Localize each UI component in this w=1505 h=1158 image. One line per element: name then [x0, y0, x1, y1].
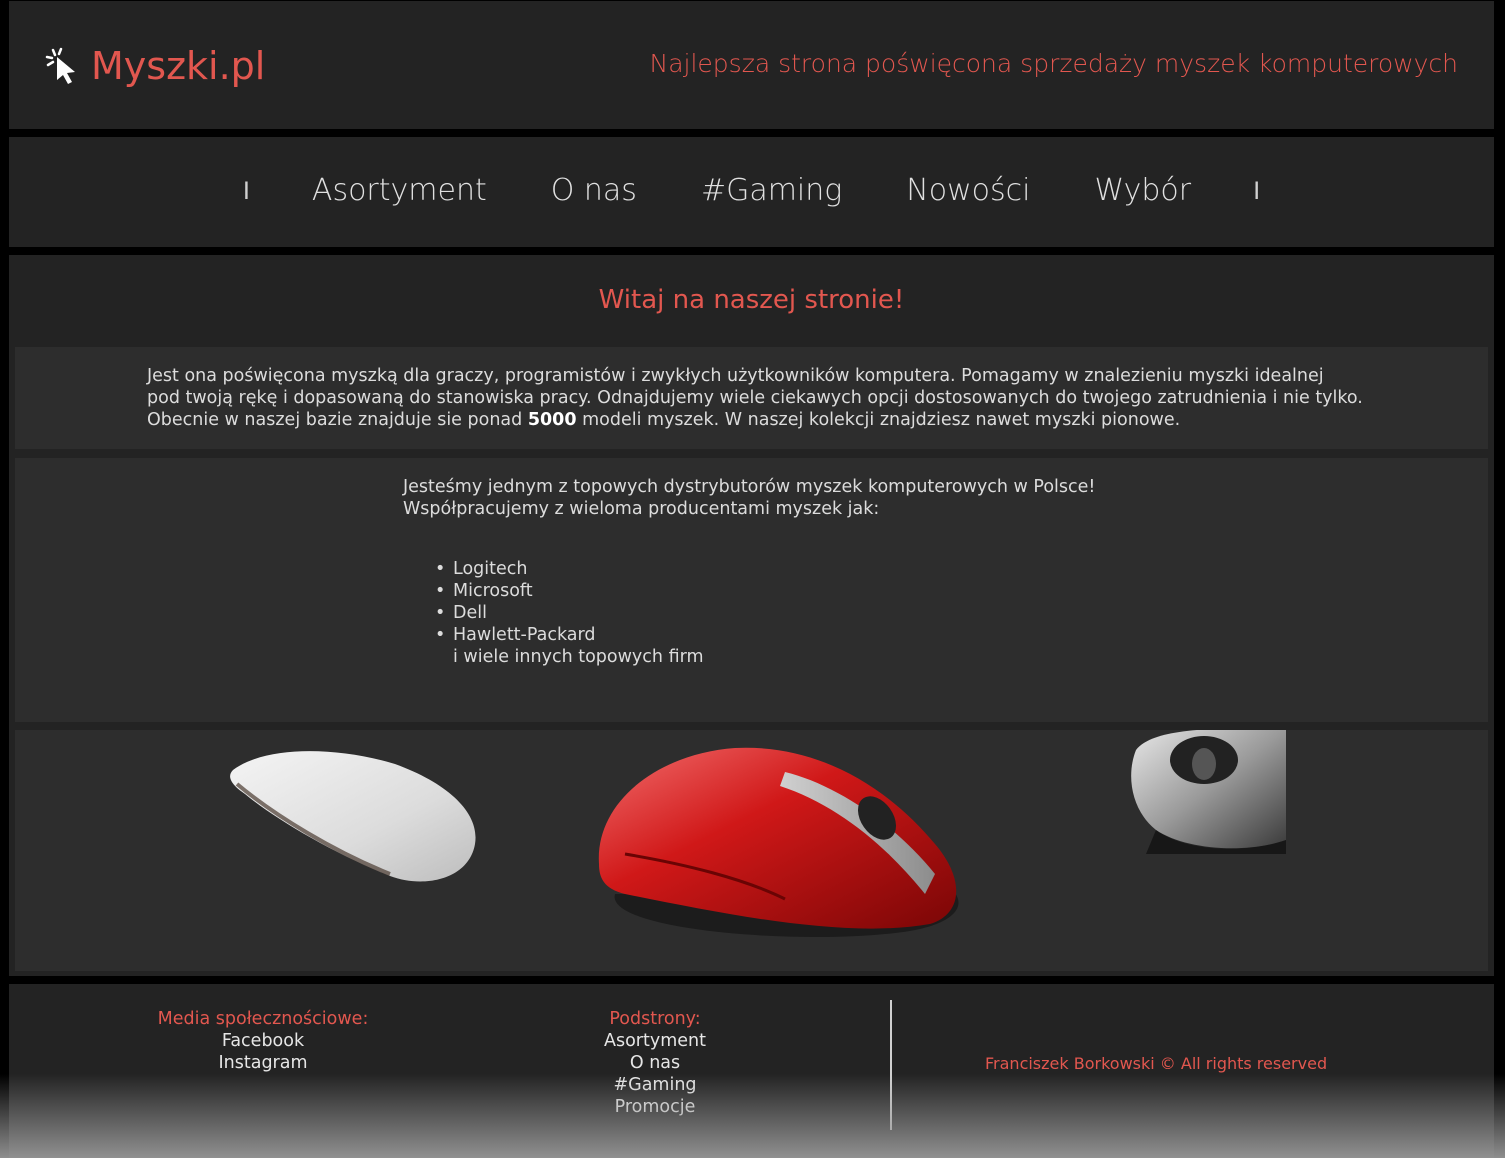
site-footer: Media społecznościowe: Facebook Instagra… — [9, 984, 1494, 1158]
model-count: 5000 — [527, 410, 577, 430]
footer-link-asortyment[interactable]: Asortyment — [555, 1030, 755, 1052]
cursor-click-icon — [45, 47, 75, 84]
nav-item-gaming[interactable]: #Gaming — [669, 173, 874, 208]
red-mouse-image — [598, 747, 959, 938]
nav-item-o-nas[interactable]: O nas — [519, 173, 669, 208]
pages-heading: Podstrony: — [609, 1009, 701, 1029]
nav-separator: I — [242, 176, 250, 205]
footer-link-o-nas[interactable]: O nas — [555, 1052, 755, 1074]
site-header: Myszki.pl Najlepsza strona poświęcona sp… — [9, 1, 1494, 129]
intro-line-3-start: Obecnie w naszej bazie znajduje sie pona… — [147, 410, 528, 430]
nav-item-wybor[interactable]: Wybór — [1062, 173, 1223, 208]
pages-links-column: Podstrony: Asortyment O nas #Gaming Prom… — [555, 1008, 755, 1118]
partners-list: Logitech Microsoft Dell Hawlett-Packard … — [435, 558, 704, 668]
copyright-text: Franciszek Borkowski © All rights reserv… — [985, 1054, 1328, 1073]
list-item: Dell — [435, 602, 704, 624]
intro-line-1: Jest ona poświęcona myszką dla graczy, p… — [147, 366, 1324, 386]
partners-line-2: Współpracujemy z wieloma producentami my… — [403, 499, 880, 519]
partners-intro: Jesteśmy jednym z topowych dystrybutorów… — [403, 476, 1095, 520]
main-nav: I Asortyment O nas #Gaming Nowości Wybór… — [9, 137, 1494, 247]
social-links-column: Media społecznościowe: Facebook Instagra… — [143, 1008, 383, 1074]
list-item: Hawlett-Packard — [435, 624, 704, 646]
white-mouse-image — [230, 751, 476, 882]
instagram-link[interactable]: Instagram — [143, 1052, 383, 1074]
mouse-gallery — [15, 730, 1488, 971]
footer-link-gaming[interactable]: #Gaming — [555, 1074, 755, 1096]
silver-mouse-image — [1126, 730, 1286, 854]
footer-divider — [890, 1000, 892, 1130]
main-content: Witaj na naszej stronie! Jest ona poświę… — [9, 255, 1494, 976]
nav-item-asortyment[interactable]: Asortyment — [280, 173, 519, 208]
facebook-link[interactable]: Facebook — [143, 1030, 383, 1052]
site-tagline: Najlepsza strona poświęcona sprzedaży my… — [649, 49, 1458, 78]
intro-line-3-end: modeli myszek. W naszej kolekcji znajdzi… — [576, 410, 1181, 430]
intro-text: Jest ona poświęcona myszką dla graczy, p… — [147, 365, 1367, 431]
site-logo[interactable]: Myszki.pl — [45, 41, 265, 91]
partners-line-1: Jesteśmy jednym z topowych dystrybutorów… — [403, 477, 1096, 497]
list-item-more: i wiele innych topowych firm — [453, 647, 704, 667]
social-heading: Media społecznościowe: — [157, 1009, 369, 1029]
site-name: Myszki.pl — [91, 44, 266, 88]
intro-section: Jest ona poświęcona myszką dla graczy, p… — [15, 347, 1488, 449]
list-item: Microsoft — [435, 580, 704, 602]
nav-separator: I — [1253, 176, 1261, 205]
footer-link-promocje[interactable]: Promocje — [555, 1096, 755, 1118]
nav-item-nowosci[interactable]: Nowości — [874, 173, 1062, 208]
list-item: Logitech — [435, 558, 704, 580]
intro-line-2: pod twoją rękę i dopasowaną do stanowisk… — [147, 388, 1363, 408]
partners-section: Jesteśmy jednym z topowych dystrybutorów… — [15, 458, 1488, 722]
page-title: Witaj na naszej stronie! — [598, 285, 905, 315]
